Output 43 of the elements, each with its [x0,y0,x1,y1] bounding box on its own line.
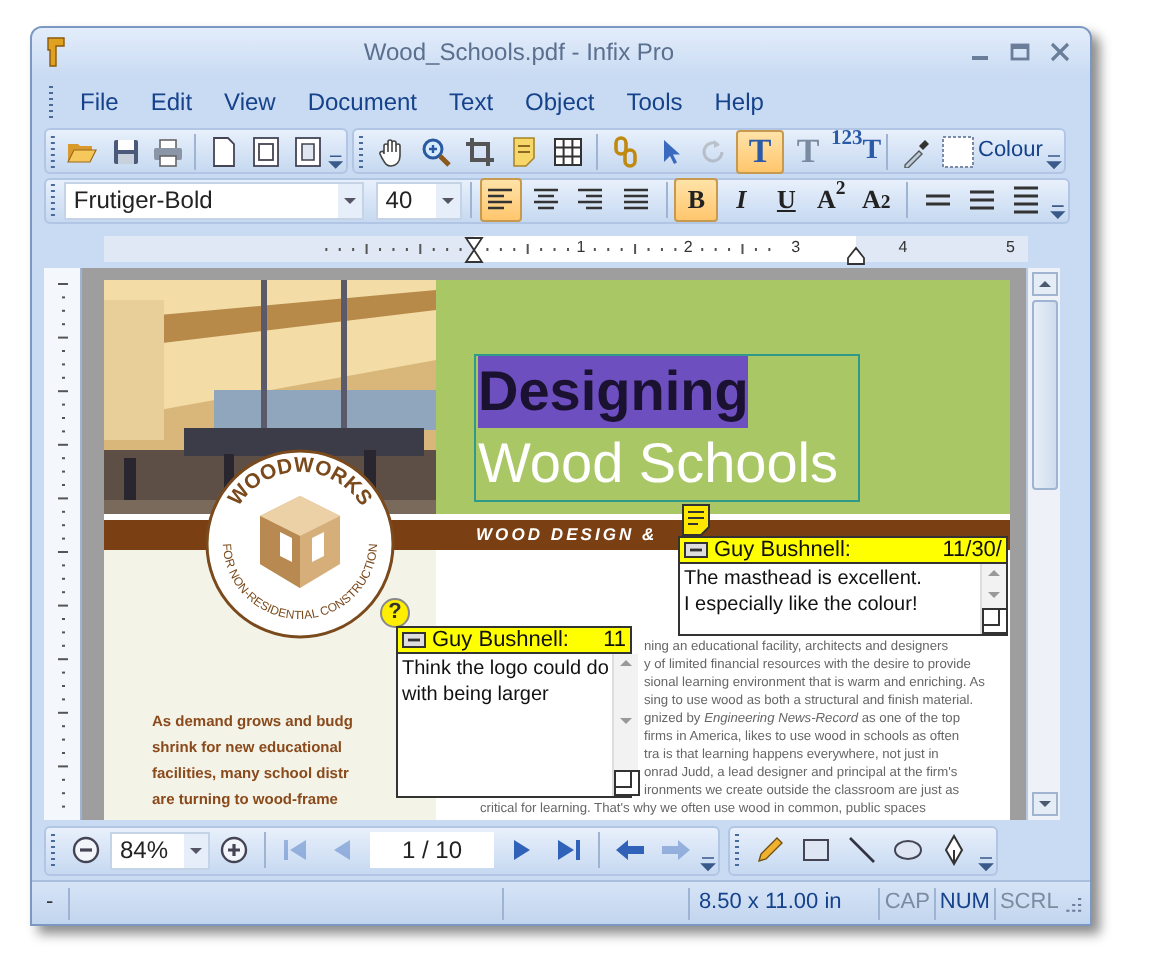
format-button[interactable]: A$^{2}$ [809,178,853,222]
comment-popup[interactable]: Guy Bushnell: 11/30/ The masthead is excellent. I especially like the colour! [678,536,1008,636]
menu-item[interactable]: Object [513,83,607,119]
colour-button[interactable]: Colour [938,129,1047,173]
status-indicator: CAP [882,888,932,919]
comment-text: Think the logo could do [402,656,609,682]
ruler-label: 5 [1006,236,1015,260]
text-tool-button[interactable]: T [736,129,784,173]
text-numbers-button[interactable]: $^{123}$T [832,129,880,173]
status-indicator: SCRL [997,888,1061,919]
menu-item[interactable]: File [68,83,131,119]
comment-date: 11/30/ [942,538,1002,562]
comment-text: I especially like the colour! [684,592,920,618]
headline: Wood Schools [478,430,839,498]
window-title: Wood_Schools.pdf - Infix Pro [363,38,675,66]
band-title: WOOD DESIGN & [476,522,658,548]
zoom-dropdown[interactable]: 84% [110,831,210,869]
font-dropdown[interactable]: Frutiger-Bold [63,181,364,219]
format-button[interactable]: A$_{2}$ [854,178,898,222]
format-button[interactable]: U [764,178,808,222]
status-indicator: NUM [937,888,992,919]
comment-date: 11 [603,628,626,652]
menu-item[interactable]: Tools [614,83,695,119]
comment-author: Guy Bushnell: [432,628,571,652]
menu-item[interactable]: Text [437,83,506,119]
ruler-label: 1 [576,236,586,260]
comment-author: Guy Bushnell: [714,538,853,562]
comment-text: with being larger [402,682,551,708]
size-dropdown[interactable]: 40 [375,181,462,219]
page-size: 8.50 x 11.00 in [696,888,844,919]
page-number-field[interactable]: 1 / 10 [370,832,494,868]
ruler-label: 2 [683,236,693,260]
comment-text: The masthead is excellent. [684,566,924,592]
format-button[interactable]: B [674,178,718,222]
menu-item[interactable]: Document [295,83,430,119]
status-text: - [44,888,56,919]
format-button[interactable]: I [719,178,763,222]
menu-item[interactable]: Edit [138,83,205,119]
menu-item[interactable]: View [212,83,288,119]
menu-item[interactable]: Help [702,83,776,119]
headline: Designing [478,356,749,428]
ruler-label: 4 [898,236,908,260]
ruler-label: 3 [791,236,801,260]
